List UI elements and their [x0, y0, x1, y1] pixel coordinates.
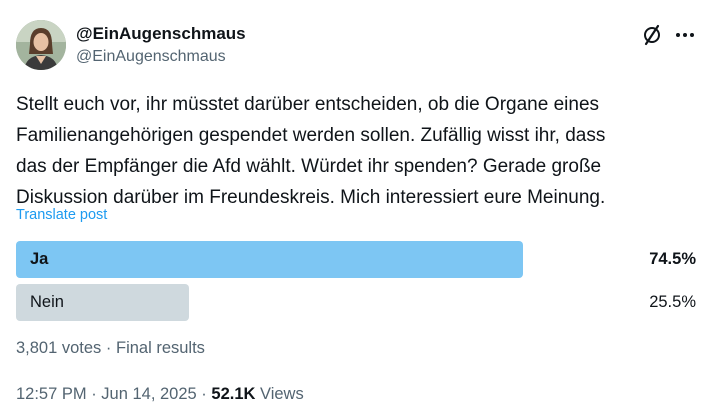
poll-option-nein: Nein 25.5% [16, 284, 696, 321]
poll-option-label: Nein [30, 293, 64, 311]
tweet-text: Stellt euch vor, ihr müsstet darüber ent… [16, 94, 606, 208]
views-count[interactable]: 52.1K [211, 385, 255, 403]
post-date[interactable]: Jun 14, 2025 [101, 385, 196, 403]
author-handle[interactable]: @EinAugenschmaus [76, 48, 226, 66]
post-time[interactable]: 12:57 PM [16, 385, 87, 403]
separator: · [86, 385, 102, 403]
separator: · [196, 385, 212, 403]
poll-summary: 3,801 votes · Final results [16, 339, 205, 358]
avatar[interactable] [16, 20, 66, 70]
poll-votes: 3,801 votes [16, 339, 102, 357]
poll-option-percent: 74.5% [649, 250, 696, 268]
grok-icon[interactable] [641, 24, 663, 46]
author-display-name[interactable]: @EinAugenschmaus [76, 24, 246, 44]
poll-option-ja: Ja 74.5% [16, 241, 696, 278]
separator: · [101, 339, 116, 357]
poll-option-label: Ja [30, 250, 49, 268]
poll-bar-ja [16, 241, 523, 278]
translate-post-link[interactable]: Translate post [16, 207, 107, 223]
poll-status: Final results [115, 339, 205, 357]
views-label: Views [255, 385, 304, 403]
post-meta: 12:57 PM · Jun 14, 2025 · 52.1K Views [16, 385, 304, 404]
poll-option-percent: 25.5% [649, 293, 696, 311]
more-icon[interactable] [672, 24, 698, 46]
